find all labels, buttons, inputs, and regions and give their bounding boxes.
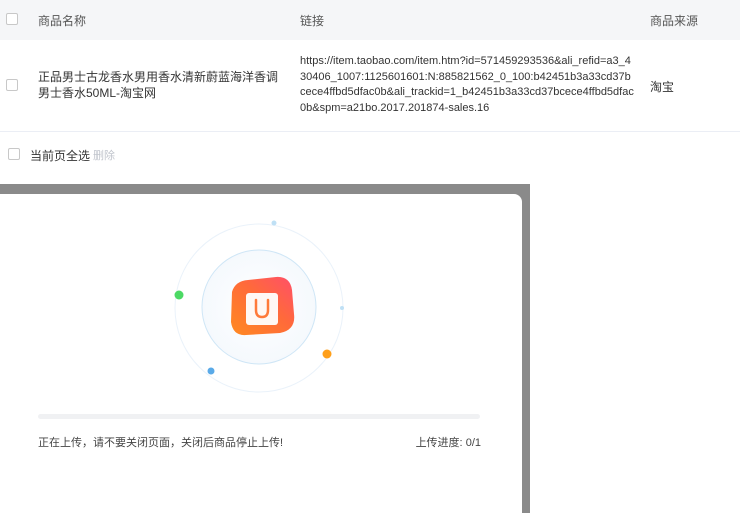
column-header-source: 商品来源: [650, 14, 699, 28]
delete-button[interactable]: 删除: [93, 147, 115, 163]
upload-progress-current: 0: [465, 437, 472, 449]
product-link[interactable]: https://item.taobao.com/item.htm?id=5714…: [300, 54, 636, 116]
upload-progress-total: 1: [474, 437, 481, 449]
upload-progress-bar: [38, 414, 480, 419]
orbit-dot-right: [340, 306, 344, 310]
select-all-header-checkbox[interactable]: [6, 13, 18, 25]
row-checkbox[interactable]: [6, 79, 18, 91]
orbit-dot-blue: [207, 367, 215, 375]
shopping-bag-icon: [231, 276, 295, 336]
select-all-checkbox[interactable]: [8, 148, 20, 160]
table-header: 商品名称 链接 商品来源: [0, 0, 740, 41]
product-source: 淘宝: [650, 80, 675, 94]
upload-animation: [174, 220, 344, 393]
upload-progress-label: 上传进度:: [415, 437, 463, 449]
upload-progress-text: 上传进度: 0/1: [415, 437, 481, 449]
orbit-dot-green: [174, 290, 184, 300]
table-row: 正品男士古龙香水男用香水清新蔚蓝海洋香调男士香水50ML-淘宝网 https:/…: [0, 40, 740, 132]
product-name: 正品男士古龙香水男用香水清新蔚蓝海洋香调男士香水50ML-淘宝网: [38, 70, 279, 100]
upload-modal: 正在上传，请不要关闭页面，关闭后商品停止上传! 上传进度: 0/1: [0, 194, 522, 513]
select-all-label[interactable]: 当前页全选: [30, 147, 90, 164]
column-header-link: 链接: [300, 14, 325, 28]
orbit-dot-top: [271, 220, 277, 226]
upload-status-text: 正在上传，请不要关闭页面，关闭后商品停止上传!: [38, 437, 284, 449]
orbit-dot-orange: [322, 349, 332, 359]
column-header-name: 商品名称: [38, 14, 87, 28]
